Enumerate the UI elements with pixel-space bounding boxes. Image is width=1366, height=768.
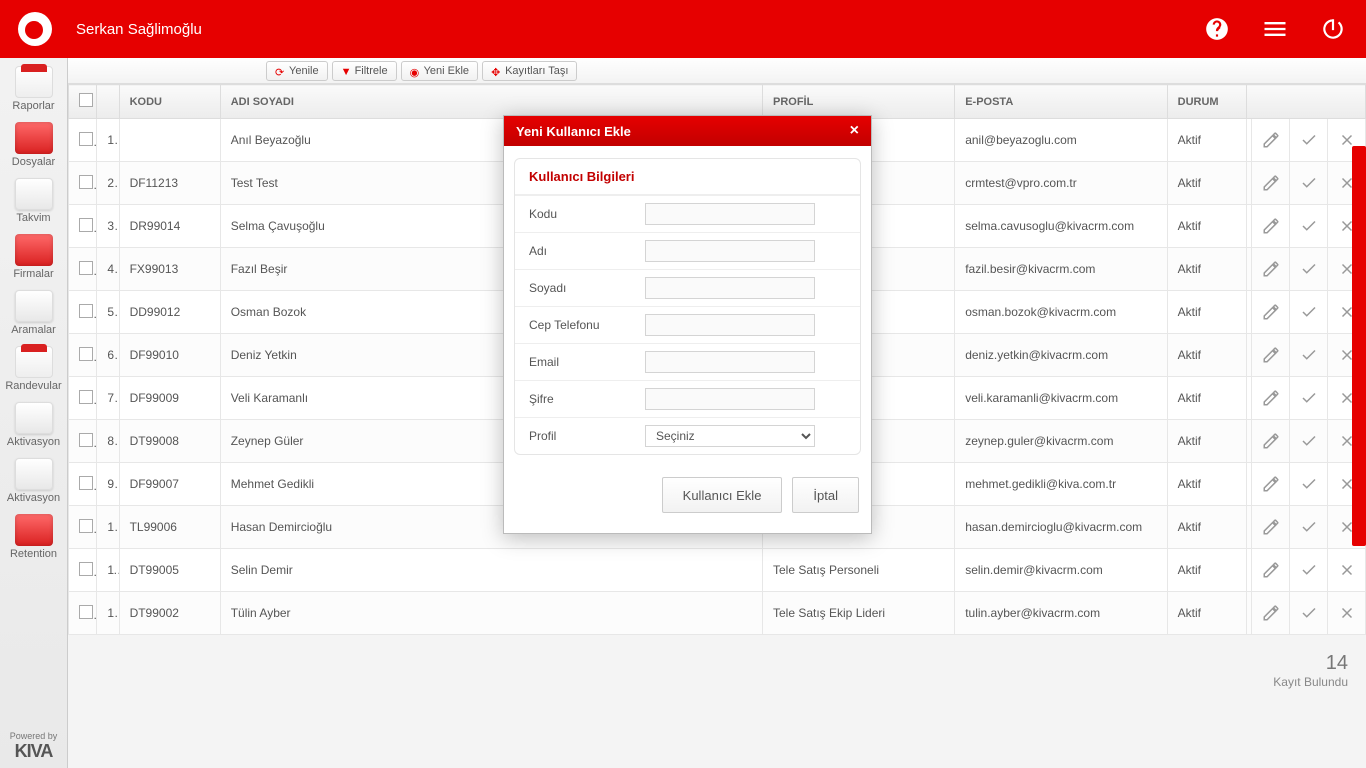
input-sifre[interactable] bbox=[645, 388, 815, 410]
label-profil: Profil bbox=[515, 429, 645, 443]
label-sifre: Şifre bbox=[515, 392, 645, 406]
fieldset-title: Kullanıcı Bilgileri bbox=[515, 159, 860, 195]
input-cep[interactable] bbox=[645, 314, 815, 336]
input-adi[interactable] bbox=[645, 240, 815, 262]
label-email: Email bbox=[515, 355, 645, 369]
modal-title: Yeni Kullanıcı Ekle bbox=[516, 124, 631, 139]
modal-header[interactable]: Yeni Kullanıcı Ekle × bbox=[504, 116, 871, 146]
label-adi: Adı bbox=[515, 244, 645, 258]
modal-mask: Yeni Kullanıcı Ekle × Kullanıcı Bilgiler… bbox=[0, 0, 1366, 768]
label-soyadi: Soyadı bbox=[515, 281, 645, 295]
user-fieldset: Kullanıcı Bilgileri Kodu Adı Soyadı Cep … bbox=[514, 158, 861, 455]
close-icon[interactable]: × bbox=[850, 122, 859, 140]
input-kodu[interactable] bbox=[645, 203, 815, 225]
label-cep: Cep Telefonu bbox=[515, 318, 645, 332]
select-profil[interactable]: Seçiniz bbox=[645, 425, 815, 447]
input-soyadi[interactable] bbox=[645, 277, 815, 299]
submit-button[interactable]: Kullanıcı Ekle bbox=[662, 477, 783, 513]
label-kodu: Kodu bbox=[515, 207, 645, 221]
new-user-modal: Yeni Kullanıcı Ekle × Kullanıcı Bilgiler… bbox=[503, 115, 872, 534]
input-email[interactable] bbox=[645, 351, 815, 373]
cancel-button[interactable]: İptal bbox=[792, 477, 859, 513]
